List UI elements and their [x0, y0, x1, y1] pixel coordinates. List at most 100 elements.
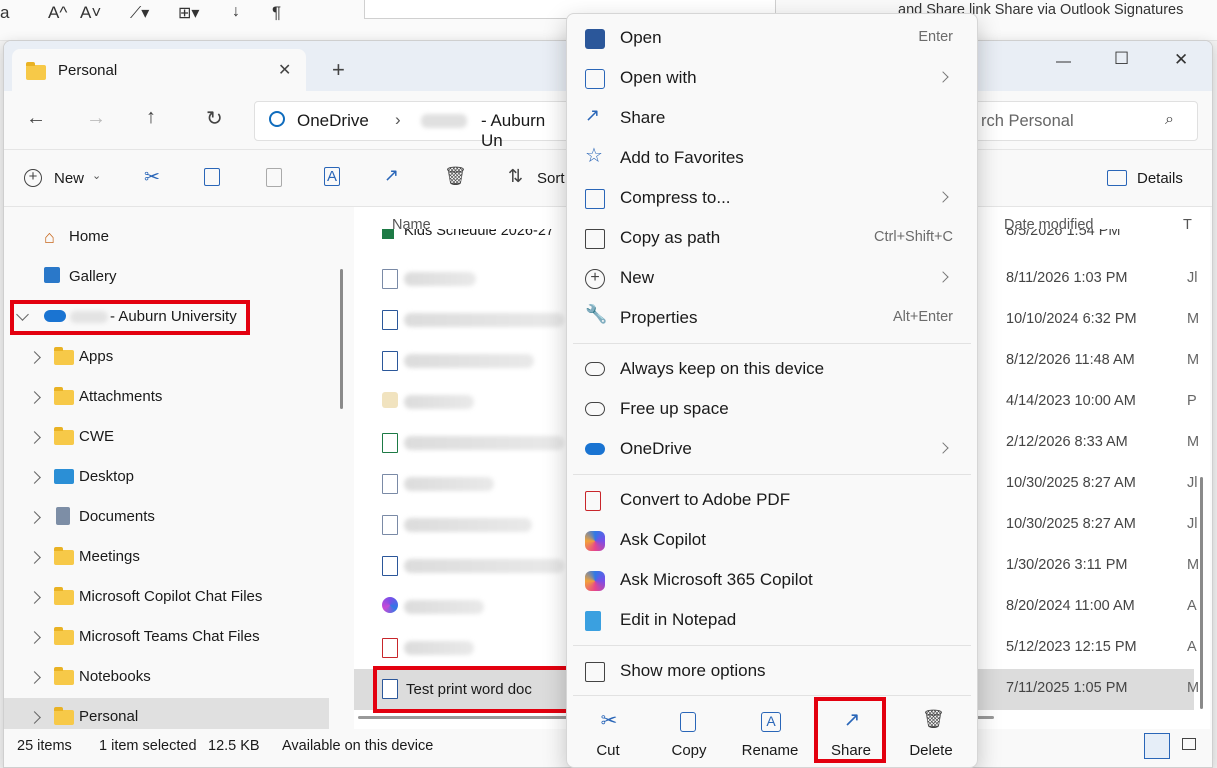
menu-item-share[interactable]: ↗ Share [571, 99, 973, 137]
cut-icon[interactable]: ✂ [144, 166, 160, 189]
menu-item-compress[interactable]: Compress to... [571, 179, 973, 217]
menu-item-onedrive[interactable]: OneDrive [571, 430, 973, 468]
vertical-scrollbar[interactable] [1200, 477, 1203, 709]
chevron-right-icon[interactable] [28, 631, 41, 644]
close-window-icon[interactable]: ✕ [1174, 50, 1188, 70]
chevron-right-icon[interactable] [28, 591, 41, 604]
new-button[interactable]: New [54, 170, 84, 187]
search-box[interactable]: rch Personal ⌕ [944, 101, 1198, 141]
menu-item-favorites[interactable]: ☆ Add to Favorites [571, 139, 973, 177]
status-availability: Available on this device [282, 738, 434, 754]
folder-icon [54, 707, 74, 725]
quick-cut-button[interactable]: ✂ Cut [568, 706, 648, 766]
file-date: 10/30/2025 8:27 AM [1006, 516, 1136, 532]
sidebar-folder-label: Documents [79, 508, 155, 525]
menu-shortcut: Ctrl+Shift+C [874, 229, 953, 245]
sidebar-item-meetings[interactable]: Meetings [4, 538, 334, 576]
sidebar-item-cwe[interactable]: CWE [4, 418, 334, 456]
chevron-right-icon[interactable] [28, 671, 41, 684]
ribbon-paint-icon[interactable]: ⟋▾ [130, 3, 149, 23]
address-box[interactable]: OneDrive › - Auburn Un [254, 101, 572, 150]
menu-item-open-with[interactable]: Open with [571, 59, 973, 97]
sort-button[interactable]: Sort [537, 170, 565, 187]
quick-copy-button[interactable]: Copy [649, 706, 729, 766]
rename-icon[interactable]: A [324, 167, 341, 186]
sidebar-item-gallery[interactable]: Gallery [4, 258, 334, 296]
maximize-icon[interactable]: ☐ [1114, 49, 1129, 69]
breadcrumb-onedrive[interactable]: OneDrive [297, 111, 369, 131]
menu-item-open[interactable]: Open Enter [571, 19, 973, 57]
tab-title: Personal [58, 62, 118, 79]
file-date: 8/11/2026 1:03 PM [1006, 270, 1128, 286]
sidebar-item-teams-chat-files[interactable]: Microsoft Teams Chat Files [4, 618, 334, 656]
sidebar-item-apps[interactable]: Apps [4, 338, 334, 376]
folder-icon [54, 627, 74, 645]
menu-item-ask-copilot[interactable]: Ask Copilot [571, 521, 973, 559]
ribbon-pilcrow-icon[interactable]: ¶ [272, 3, 281, 23]
back-icon[interactable]: ← [26, 107, 46, 130]
quick-label: Copy [671, 742, 707, 759]
chevron-right-icon[interactable] [28, 551, 41, 564]
chevron-right-icon[interactable] [28, 391, 41, 404]
sidebar-item-home[interactable]: ⌂ Home [4, 218, 334, 256]
share-icon[interactable]: ↗ [384, 165, 399, 186]
menu-label: Compress to... [620, 188, 731, 207]
quick-rename-button[interactable]: A Rename [730, 706, 810, 766]
new-tab-icon[interactable]: + [332, 57, 345, 83]
chevron-right-icon[interactable] [28, 431, 41, 444]
ribbon-borders-icon[interactable]: ⊞▾ [178, 3, 199, 23]
tiles-view-icon[interactable] [1182, 738, 1196, 750]
sidebar-item-attachments[interactable]: Attachments [4, 378, 334, 416]
open-with-icon [585, 69, 605, 89]
sidebar-item-notebooks[interactable]: Notebooks [4, 658, 334, 696]
chevron-right-icon[interactable] [28, 351, 41, 364]
adobe-pdf-icon [585, 491, 601, 511]
menu-item-ask-m365-copilot[interactable]: Ask Microsoft 365 Copilot [571, 561, 973, 599]
menu-item-always-keep[interactable]: Always keep on this device [571, 350, 973, 388]
sidebar-folder-label: CWE [79, 428, 114, 445]
sidebar-scrollbar[interactable] [340, 269, 343, 409]
menu-item-properties[interactable]: 🔧 Properties Alt+Enter [571, 299, 973, 337]
quick-delete-button[interactable]: 🗑 Delete [891, 706, 971, 766]
search-icon[interactable]: ⌕ [1165, 111, 1174, 129]
minimize-icon[interactable]: — [1056, 53, 1071, 70]
search-input[interactable]: rch Personal [981, 112, 1074, 131]
ribbon-shrink-font[interactable]: A˅ [80, 3, 101, 23]
ribbon-sort-icon[interactable]: ↓ [232, 3, 240, 21]
forward-icon: → [86, 107, 106, 129]
excel-icon [382, 229, 394, 239]
details-button[interactable]: Details [1137, 170, 1183, 187]
ribbon-grow-font[interactable]: A^ [48, 3, 67, 23]
breadcrumb-chevron-icon: › [395, 110, 401, 129]
delete-icon[interactable]: 🗑 [444, 166, 467, 187]
new-dropdown-icon[interactable]: ⌄ [92, 169, 101, 182]
menu-item-free-up-space[interactable]: Free up space [571, 390, 973, 428]
sidebar-item-copilot-chat-files[interactable]: Microsoft Copilot Chat Files [4, 578, 334, 616]
ribbon-font-case[interactable]: a [0, 3, 9, 23]
sidebar-folder-label: Notebooks [79, 668, 151, 685]
home-icon: ⌂ [44, 227, 55, 247]
menu-item-copy-path[interactable]: Copy as path Ctrl+Shift+C [571, 219, 973, 257]
menu-item-convert-pdf[interactable]: Convert to Adobe PDF [571, 481, 973, 519]
details-view-icon[interactable] [1144, 733, 1170, 759]
file-type: Jl [1187, 475, 1198, 491]
sidebar-item-desktop[interactable]: Desktop [4, 458, 334, 496]
file-name: Kids Schedule 2026-27 [404, 229, 554, 239]
chevron-right-icon[interactable] [28, 711, 41, 724]
quick-label: Cut [596, 742, 620, 759]
menu-item-show-more[interactable]: Show more options [571, 652, 973, 690]
refresh-icon[interactable]: ↻ [206, 106, 223, 131]
tab-personal[interactable]: Personal ✕ [12, 49, 306, 91]
close-tab-icon[interactable]: ✕ [278, 60, 291, 80]
pen-icon [382, 392, 398, 408]
menu-item-edit-notepad[interactable]: Edit in Notepad [571, 601, 973, 639]
chevron-right-icon[interactable] [28, 471, 41, 484]
sidebar-item-documents[interactable]: Documents [4, 498, 334, 536]
menu-item-new[interactable]: + New [571, 259, 973, 297]
chevron-right-icon[interactable] [28, 511, 41, 524]
up-icon[interactable]: ↑ [146, 106, 156, 129]
folder-icon [54, 347, 74, 365]
breadcrumb-account[interactable]: - Auburn Un [481, 111, 571, 151]
copy-icon[interactable] [204, 168, 220, 186]
menu-label: Edit in Notepad [620, 610, 737, 629]
